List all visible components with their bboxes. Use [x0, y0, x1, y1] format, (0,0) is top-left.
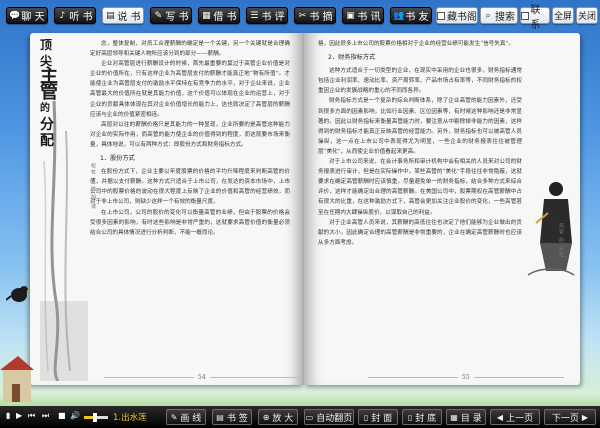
back-cover-icon: ▯: [407, 412, 413, 422]
previous-track-icon[interactable]: ⏮: [28, 411, 35, 421]
next-page-button[interactable]: 下一页 ▶: [544, 409, 596, 425]
bottom-toolbar: ▮ ▶ ⏮ ⏭ ■ 🔊 1.出水莲 ✎ 画 线 ▤ 书 签 ⊕ 放 大 ▭ 自动翻页 ▯…: [0, 406, 600, 428]
previous-page-button[interactable]: ◀ 上一页: [490, 409, 540, 425]
toc-button[interactable]: ▦ 目 录: [446, 409, 486, 425]
list-icon: ☰: [250, 10, 259, 21]
paragraph: 企业对高管层进行薪酬设计的时候，首先最重要的莫过于高管企业价值是对企业的价值所在…: [90, 61, 290, 118]
open-book: 顶 尖 主 管 的 分 配 权杖 下 的 阴 谋 念，整体复制，对员工合理薪酬的…: [30, 33, 580, 385]
volume-icon[interactable]: 🔊: [70, 411, 80, 420]
write-book-button[interactable]: ✎ 写 书: [150, 7, 192, 24]
pen-icon: ✎: [154, 10, 163, 21]
zoom-in-button[interactable]: ⊕ 放 大: [258, 409, 298, 425]
paragraph: 这种方式适合于一切类型的企业，在现实中采用的企业也很多，财务指标通常包括企业利润…: [318, 68, 522, 95]
front-cover-button[interactable]: ▯ 封 面: [358, 409, 398, 425]
scholar-figure-decoration: [526, 163, 576, 283]
friends-icon: 👥: [393, 10, 405, 21]
paragraph: 在股份方式下，企业主要以年度股票的价格的平均升降程度来判断高管的价值，并据以支付…: [90, 169, 290, 206]
paragraph: 格，因此很多上市公司的股票价格相对于企业的经营业绩可能发生“信号失真”。: [318, 41, 514, 47]
page-number: 54: [100, 374, 304, 381]
borrow-book-button[interactable]: ▦ 借 书: [198, 7, 240, 24]
right-page[interactable]: 格，因此很多上市公司的股票价格相对于企业的经营业绩可能发生“信号失真”。 2．财…: [304, 33, 580, 385]
arrow-right-icon: ▶: [581, 412, 589, 422]
paragraph: 高层对以往的薪酬价格只是其能力的一种显现，企业所要的是高管这种能力对企业的实际作…: [90, 121, 290, 148]
slider-knob[interactable]: [92, 413, 97, 422]
fullscreen-button[interactable]: 全屏: [552, 7, 574, 24]
paragraph: 念，整体复制，对员工合理薪酬的确定是一个关键，另一个关键就是合理确定好高层领导和…: [90, 41, 290, 58]
cover-icon: ▯: [363, 412, 369, 422]
bookmark-icon: ▤: [216, 412, 224, 422]
borrow-icon: ▦: [202, 10, 211, 21]
paragraph: 对于企业高管人员来说，其薪酬的高低往往也决定了他们能够为企业做出的贡献的大小，因…: [318, 219, 522, 246]
tell-book-button[interactable]: ▤ 说 书: [102, 7, 144, 24]
side-caption: 高管 的 分配: [558, 223, 564, 259]
checkbox-icon: [437, 11, 445, 20]
contact-button[interactable]: 联系: [520, 5, 550, 31]
bookmark-shelf-checkbox[interactable]: 藏书阁: [436, 7, 478, 24]
arrow-left-icon: ◀: [496, 412, 504, 422]
mute-icon[interactable]: ■: [58, 411, 66, 420]
close-button[interactable]: 关闭: [576, 7, 598, 24]
paragraph: 对于上市公司来说，在会计事务所和审计机构中会有相关的人员来对公司的财务报表进行审…: [318, 159, 522, 216]
news-icon: ▣: [346, 10, 355, 21]
bird-icon: [6, 286, 31, 302]
search-icon: ⌕: [485, 10, 491, 21]
scissors-icon: ✂: [298, 10, 307, 21]
friends-button[interactable]: 👥 书 友: [390, 7, 432, 24]
top-toolbar: 💬 聊 天 ♪ 听 书 ▤ 说 书 ✎ 写 书 ▦ 借 书 ☰ 书 评 ✂ 书 摘 ▣ 书 讯 …: [0, 0, 600, 32]
news-button[interactable]: ▣ 书 讯: [342, 7, 384, 24]
left-page-text: 念，整体复制，对员工合理薪酬的确定是一个关键，另一个关键就是合理确定好高层领导和…: [90, 39, 290, 367]
pencil-icon: ✎: [170, 412, 178, 422]
current-track: 1.出水莲: [113, 413, 147, 423]
section-heading: 1．股份方式: [100, 155, 135, 163]
left-page[interactable]: 顶 尖 主 管 的 分 配 权杖 下 的 阴 谋 念，整体复制，对员工合理薪酬的…: [30, 33, 304, 385]
excerpt-button[interactable]: ✂ 书 摘: [294, 7, 336, 24]
volume-slider[interactable]: [84, 413, 108, 422]
section-heading: 2．财务指标方式: [328, 54, 376, 62]
bookmark-button[interactable]: ▤ 书 签: [212, 409, 252, 425]
scholar-figure-icon: [527, 182, 575, 276]
chapter-title: 顶 尖 主 管 的 分 配: [40, 38, 58, 149]
auto-flip-button[interactable]: ▭ 自动翻页: [304, 409, 354, 425]
listen-book-button[interactable]: ♪ 听 书: [54, 7, 96, 24]
page-number: 55: [364, 374, 568, 381]
chat-icon: 💬: [9, 10, 21, 21]
paragraph: 财务指标方式是一个复杂的综合判断体系，除了企业高管的能力因素外，还受到很多方面的…: [318, 98, 522, 155]
book-icon: ▤: [106, 10, 115, 21]
autoflip-icon: ▭: [305, 412, 314, 422]
back-cover-button[interactable]: ▯ 封 底: [402, 409, 442, 425]
play-icon[interactable]: ▶: [16, 411, 22, 420]
chat-button[interactable]: 💬 聊 天: [6, 7, 48, 24]
stop-icon[interactable]: ▮: [6, 411, 10, 420]
checkbox-icon: [521, 11, 529, 20]
review-button[interactable]: ☰ 书 评: [246, 7, 288, 24]
search-button[interactable]: ⌕ 搜索: [480, 7, 518, 24]
next-track-icon[interactable]: ⏭: [42, 411, 49, 421]
house-icon: [0, 356, 34, 402]
paragraph: 在上市公司，公司的股价的变化可以衡量高管的业绩，但由于股票的价格会受很多因素的影…: [90, 209, 290, 236]
zoom-icon: ⊕: [262, 412, 270, 422]
music-note-icon: ♪: [59, 10, 66, 21]
grid-icon: ▦: [450, 412, 458, 422]
draw-line-button[interactable]: ✎ 画 线: [166, 409, 206, 425]
right-page-text: 格，因此很多上市公司的股票价格相对于企业的经营业绩可能发生“信号失真”。 2．财…: [318, 39, 522, 367]
